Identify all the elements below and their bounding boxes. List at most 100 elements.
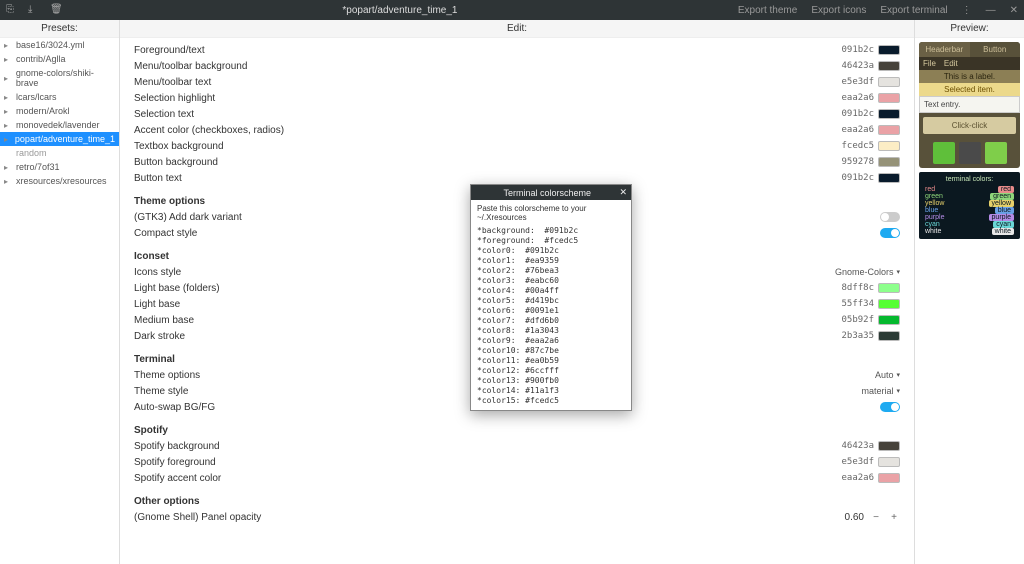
preset-item[interactable]: ▸retro/7of31 xyxy=(0,160,119,174)
option-row: Spotify accent coloreaa2a6 xyxy=(134,470,900,486)
option-row: Spotify background46423a xyxy=(134,438,900,454)
stepper-minus[interactable]: − xyxy=(870,512,882,523)
color-swatch[interactable] xyxy=(878,45,900,55)
color-swatch[interactable] xyxy=(878,61,900,71)
option-row: Spotify foregrounde5e3df xyxy=(134,454,900,470)
preview-tab-button[interactable]: Button xyxy=(970,42,1021,57)
color-swatch[interactable] xyxy=(878,331,900,341)
terminal-color-badge: cyan xyxy=(993,221,1014,228)
dropdown[interactable]: Gnome-Colors▾ xyxy=(835,267,900,277)
document-icon[interactable]: ⎘ xyxy=(6,4,18,16)
terminal-color-badge: red xyxy=(998,186,1014,193)
hex-value: eaa2a6 xyxy=(834,125,878,135)
color-swatch[interactable] xyxy=(878,125,900,135)
modal-close-icon[interactable]: ✕ xyxy=(619,187,627,198)
chevron-right-icon: ▸ xyxy=(4,55,12,64)
toggle-switch[interactable] xyxy=(880,402,900,412)
preview-text-entry[interactable]: Text entry. xyxy=(919,96,1020,113)
preset-item[interactable]: ▸lcars/lcars xyxy=(0,90,119,104)
terminal-color-name: green xyxy=(925,193,943,200)
preset-item[interactable]: ▸ popart/adventure_time_1 xyxy=(0,132,119,146)
preset-item[interactable]: ▸ contrib/Aglla xyxy=(0,52,119,66)
color-swatch[interactable] xyxy=(878,141,900,151)
window-title: *popart/adventure_time_1 xyxy=(62,5,738,16)
minimize-icon[interactable]: — xyxy=(986,5,996,16)
stepper-plus[interactable]: + xyxy=(888,512,900,523)
terminal-color-row: greengreen xyxy=(923,193,1016,200)
hex-value: eaa2a6 xyxy=(834,473,878,483)
toggle-switch[interactable] xyxy=(880,212,900,222)
hex-value: 091b2c xyxy=(834,45,878,55)
option-label: Menu/toolbar background xyxy=(134,61,834,72)
trash-icon[interactable]: 🗑 xyxy=(50,4,62,16)
preset-item[interactable]: ▸ xresources/xresources xyxy=(0,174,119,188)
hex-value: 8dff8c xyxy=(834,283,878,293)
preset-label: popart/adventure_time_1 xyxy=(15,134,115,144)
preview-selected-item: Selected item. xyxy=(919,83,1020,96)
preset-label: random xyxy=(16,148,47,158)
color-swatch[interactable] xyxy=(878,173,900,183)
option-label: Spotify background xyxy=(134,441,834,452)
option-label: Accent color (checkboxes, radios) xyxy=(134,125,834,136)
menu-icon[interactable]: ⋮ xyxy=(962,5,972,16)
dropdown[interactable]: material▾ xyxy=(861,386,900,396)
preview-button[interactable]: Click-click xyxy=(923,117,1016,134)
hex-value: e5e3df xyxy=(834,457,878,467)
export-icons-button[interactable]: Export icons xyxy=(811,5,866,16)
preview-tab-headerbar[interactable]: Headerbar xyxy=(919,42,970,57)
color-swatch[interactable] xyxy=(878,315,900,325)
option-row: Foreground/text091b2c xyxy=(134,42,900,58)
preset-label: monovedek/lavender xyxy=(16,120,100,130)
preview-menu-file[interactable]: File xyxy=(923,59,936,68)
chevron-down-icon: ▾ xyxy=(896,387,900,395)
color-swatch[interactable] xyxy=(878,457,900,467)
preview-panel: Preview: Headerbar Button File Edit This… xyxy=(914,20,1024,564)
color-swatch[interactable] xyxy=(878,157,900,167)
preset-label: xresources/xresources xyxy=(16,176,107,186)
preview-menu-edit[interactable]: Edit xyxy=(944,59,958,68)
option-label: Spotify foreground xyxy=(134,457,834,468)
preset-item[interactable]: ▸modern/Arokl xyxy=(0,104,119,118)
option-row: (Gnome Shell) Panel opacity0.60−+ xyxy=(134,509,900,525)
hex-value: 091b2c xyxy=(834,109,878,119)
color-swatch[interactable] xyxy=(878,441,900,451)
preset-item[interactable]: random xyxy=(0,146,119,160)
terminal-colorscheme-modal: Terminal colorscheme ✕ Paste this colors… xyxy=(470,184,632,411)
preset-item[interactable]: ▸base16/3024.yml xyxy=(0,38,119,52)
color-swatch[interactable] xyxy=(878,77,900,87)
dropdown[interactable]: Auto▾ xyxy=(875,370,900,380)
preview-terminal: terminal colors: redredgreengreenyellowy… xyxy=(919,172,1020,239)
option-label: (Gnome Shell) Panel opacity xyxy=(134,512,845,523)
option-label: Menu/toolbar text xyxy=(134,77,834,88)
chevron-right-icon: ▸ xyxy=(4,135,11,144)
export-theme-button[interactable]: Export theme xyxy=(738,5,797,16)
preset-label: lcars/lcars xyxy=(16,92,57,102)
terminal-color-name: white xyxy=(925,228,941,235)
hex-value: 46423a xyxy=(834,61,878,71)
option-label: Selection text xyxy=(134,109,834,120)
color-swatch[interactable] xyxy=(878,473,900,483)
color-swatch[interactable] xyxy=(878,283,900,293)
close-icon[interactable]: ✕ xyxy=(1010,5,1018,16)
modal-colorscheme-text[interactable]: *background: #091b2c *foreground: #fcedc… xyxy=(477,226,625,406)
preset-item[interactable]: ▸monovedek/lavender xyxy=(0,118,119,132)
hex-value: fcedc5 xyxy=(834,141,878,151)
terminal-color-badge: blue xyxy=(995,207,1014,214)
chevron-down-icon: ▾ xyxy=(896,371,900,379)
toggle-switch[interactable] xyxy=(880,228,900,238)
hex-value: e5e3df xyxy=(834,77,878,87)
color-swatch[interactable] xyxy=(878,299,900,309)
terminal-color-name: red xyxy=(925,186,935,193)
terminal-color-name: blue xyxy=(925,207,938,214)
option-label: Button text xyxy=(134,173,834,184)
terminal-color-row: yellowyellow xyxy=(923,200,1016,207)
presets-panel: Presets: ▸base16/3024.yml▸contrib/Aglla▸… xyxy=(0,20,120,564)
color-swatch[interactable] xyxy=(878,93,900,103)
preset-item[interactable]: ▸gnome-colors/shiki-brave xyxy=(0,66,119,90)
presets-header: Presets: xyxy=(0,20,119,38)
preset-label: contrib/Aglla xyxy=(16,54,66,64)
export-terminal-button[interactable]: Export terminal xyxy=(880,5,947,16)
color-swatch[interactable] xyxy=(878,109,900,119)
download-icon[interactable]: ⤓ xyxy=(28,4,40,16)
chevron-right-icon: ▸ xyxy=(4,177,12,186)
